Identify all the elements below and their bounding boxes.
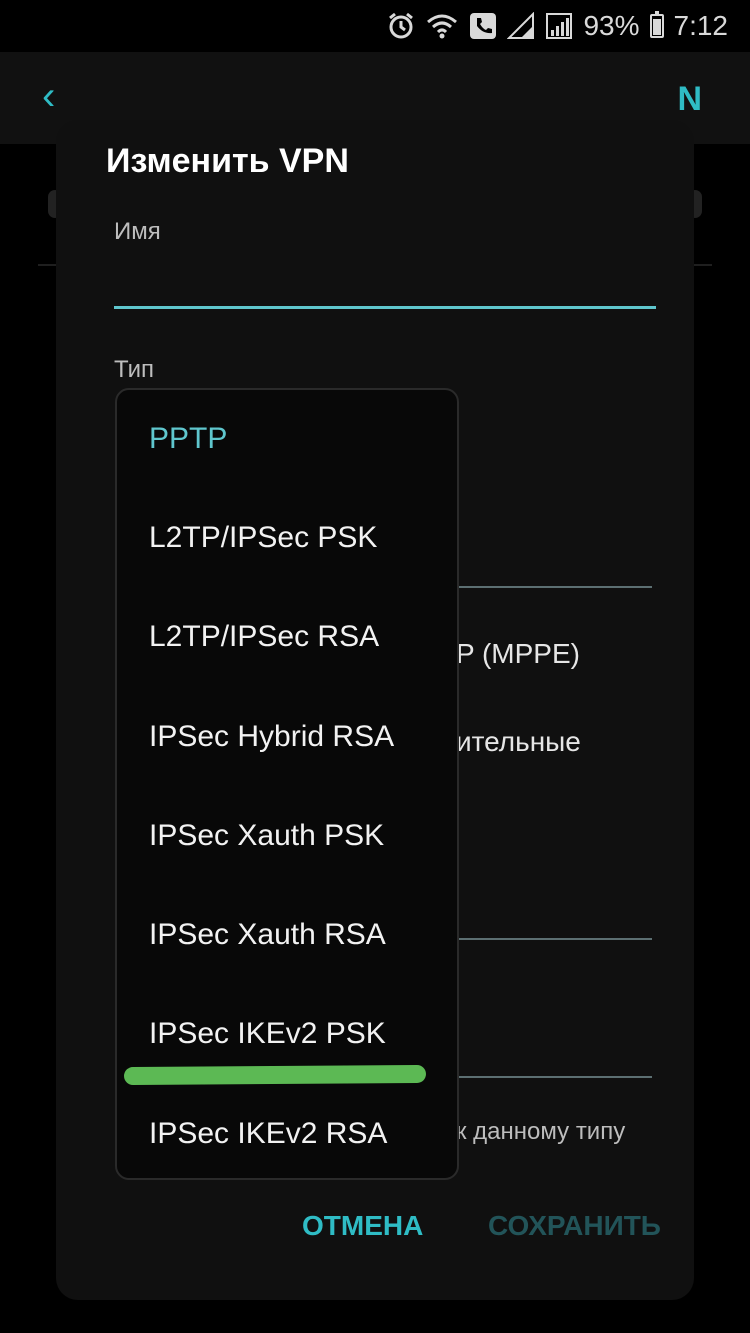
save-button[interactable]: СОХРАНИТЬ: [488, 1210, 661, 1242]
name-input[interactable]: [114, 260, 656, 309]
signal-icon: [507, 10, 535, 42]
vpn-type-option[interactable]: IPSec IKEv2 RSA: [149, 1117, 387, 1151]
clock: 7:12: [673, 10, 729, 41]
alarm-icon: [387, 10, 415, 42]
wifi-icon: [425, 10, 459, 42]
vpn-type-option[interactable]: IPSec Xauth PSK: [149, 819, 384, 853]
mppe-fragment: P (MPPE): [456, 638, 580, 669]
battery-icon: [649, 10, 664, 42]
additional-fragment: ительные: [456, 726, 581, 757]
field-underline: [456, 938, 652, 940]
highlight-marker: [123, 1064, 427, 1086]
type-label: Тип: [114, 356, 155, 383]
appbar-action-fragment: N: [677, 80, 702, 118]
signal-full-icon: [545, 10, 573, 42]
vpn-type-option[interactable]: IPSec Xauth RSA: [149, 918, 386, 952]
vpn-type-option[interactable]: IPSec Hybrid RSA: [149, 720, 394, 754]
cancel-button[interactable]: ОТМЕНА: [302, 1210, 423, 1242]
vpn-type-option[interactable]: IPSec IKEv2 PSK: [149, 1017, 386, 1051]
wifi-calling-icon: [469, 10, 497, 42]
status-bar: 93% 7:12: [0, 0, 750, 52]
vpn-type-option[interactable]: PPTP: [149, 422, 227, 456]
vpn-type-option[interactable]: L2TP/IPSec RSA: [149, 620, 379, 654]
back-arrow-icon[interactable]: ‹: [42, 74, 55, 119]
vpn-type-option[interactable]: L2TP/IPSec PSK: [149, 521, 377, 555]
field-underline: [456, 1076, 652, 1078]
dialog-title: Изменить VPN: [106, 142, 349, 180]
type-hint-fragment: к данному типу: [456, 1118, 626, 1145]
vpn-type-dropdown: PPTP L2TP/IPSec PSK L2TP/IPSec RSA IPSec…: [115, 388, 459, 1180]
field-underline: [456, 586, 652, 588]
battery-percent: 93%: [583, 10, 640, 41]
name-label: Имя: [114, 218, 161, 245]
